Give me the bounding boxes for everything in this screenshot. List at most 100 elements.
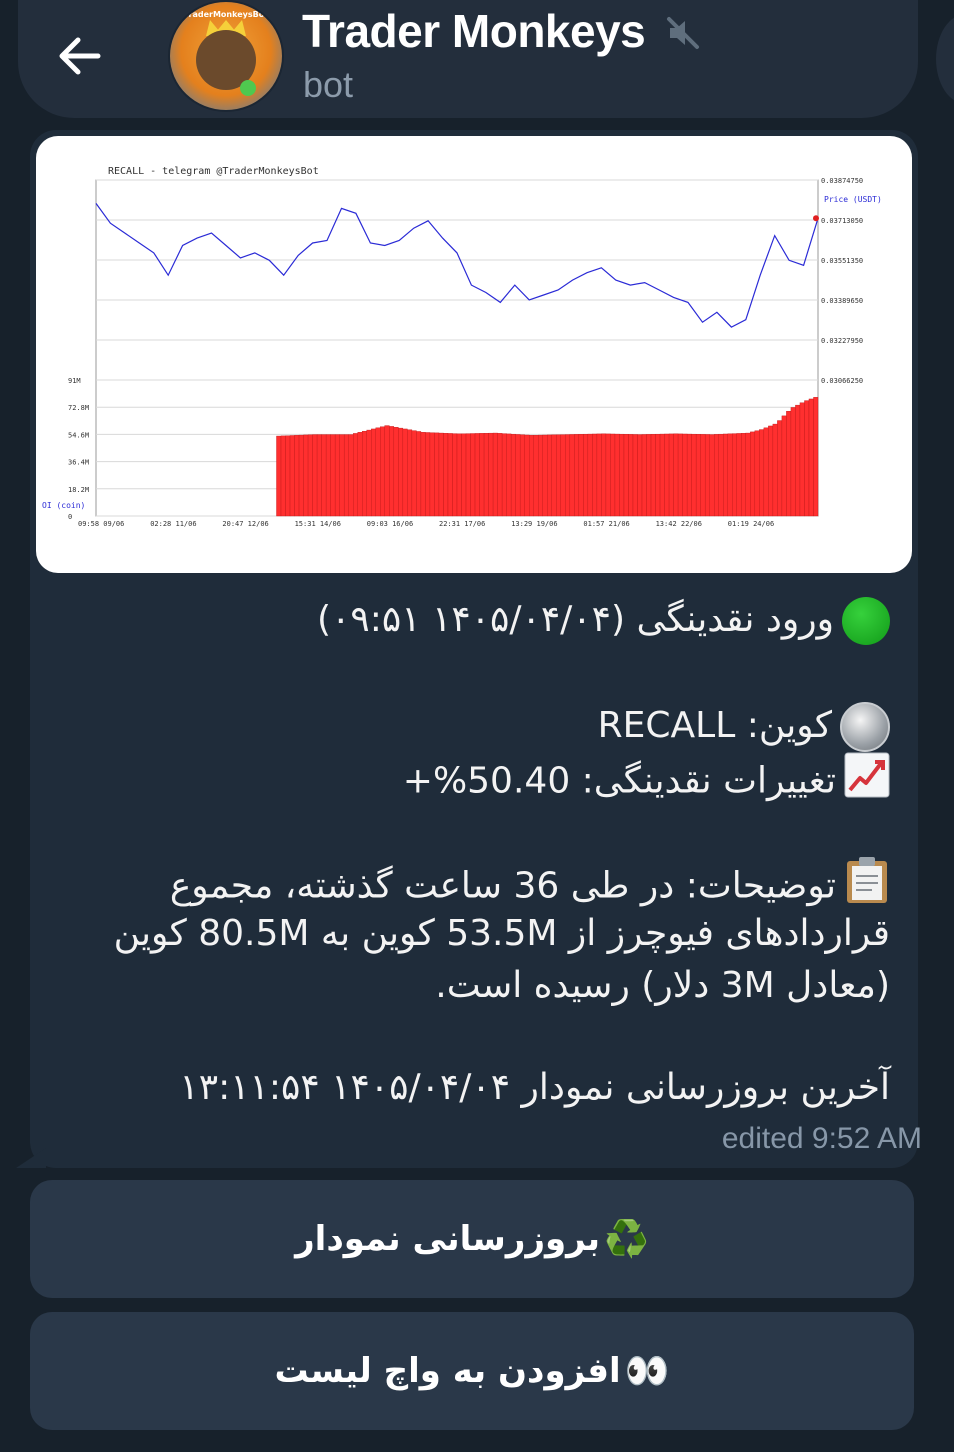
back-button[interactable]	[18, 0, 142, 112]
oi-bar	[623, 434, 629, 517]
oi-bar	[547, 434, 552, 517]
oi-bar	[677, 433, 683, 517]
oi-bar	[357, 432, 363, 517]
oi-bar	[695, 434, 701, 517]
chat-subtitle: bot	[303, 64, 354, 105]
oi-bar	[754, 430, 760, 517]
green-circle-icon	[842, 597, 890, 645]
change-text: تغییرات نقدینگی: 50.40%+	[402, 760, 836, 802]
oi-bar	[452, 433, 458, 517]
oi-bar	[479, 433, 485, 517]
last-update-line: آخرین بروزرسانی نمودار ۱۴۰۵/۰۴/۰۴ ۱۳:۱۱:…	[179, 1067, 890, 1108]
chat-title[interactable]: Trader Monkeys	[302, 4, 646, 58]
description-line-3: (معادل 3M دلار) رسیده است.	[435, 965, 890, 1006]
liquidity-entry-text: ورود نقدینگی (۱۴۰۵/۰۴/۰۴ ۰۹:۵۱)	[317, 599, 834, 640]
oi-bar	[682, 433, 688, 517]
oi-bar	[637, 434, 643, 517]
oi-bar	[628, 434, 634, 517]
refresh-chart-button[interactable]: ♻️ بروزرسانی نمودار	[30, 1180, 914, 1298]
x-tick-label: 20:47 12/06	[222, 520, 268, 528]
oi-bar	[375, 427, 381, 517]
oi-bar	[389, 426, 395, 517]
x-tick-label: 15:31 14/06	[295, 520, 341, 528]
avatar-text: TraderMonkeysBot	[183, 10, 269, 19]
oi-bar	[650, 434, 656, 517]
oi-bar	[668, 433, 674, 517]
description-text-1: توضیحات: در طی 36 ساعت گذشته، مجموع	[169, 865, 836, 907]
muted-icon	[666, 16, 700, 54]
oi-bar	[813, 397, 819, 517]
oi-bar	[808, 398, 814, 517]
oi-bar	[325, 434, 331, 517]
x-tick-label: 02:28 11/06	[150, 520, 196, 528]
oi-bar	[673, 433, 679, 517]
chart-increasing-icon	[844, 752, 890, 813]
oi-bar	[578, 434, 584, 517]
oi-bar	[353, 433, 358, 517]
oi-bar	[506, 433, 512, 517]
oi-bar	[542, 434, 548, 517]
oi-bar	[312, 434, 318, 517]
oi-bar	[655, 433, 661, 517]
x-tick-label: 09:03 16/06	[367, 520, 413, 528]
oi-bar	[790, 407, 796, 517]
oi-bar	[777, 420, 783, 517]
oi-bar	[641, 434, 647, 517]
oi-bar	[768, 425, 774, 517]
oi-bar	[614, 433, 620, 517]
oi-bar	[456, 433, 462, 517]
oi-bar	[289, 435, 295, 517]
header-action-button[interactable]	[936, 14, 954, 104]
oi-bar	[501, 433, 507, 517]
oi-bar	[592, 433, 598, 517]
oi-bar	[483, 433, 489, 517]
oi-bar	[402, 428, 408, 517]
oi-bar	[750, 431, 756, 517]
oi-bar	[334, 434, 340, 517]
oi-tick-label: 18.2M	[68, 486, 89, 494]
oi-axis-label: OI (coin)	[42, 501, 85, 510]
oi-bar	[307, 434, 313, 517]
coin-text: کوین: RECALL	[597, 705, 832, 746]
x-tick-label: 13:29 19/06	[511, 520, 557, 528]
x-tick-label: 09:58 09/06	[78, 520, 124, 528]
oi-bar	[411, 430, 417, 517]
oi-bar	[515, 434, 521, 517]
oi-bar	[538, 434, 543, 517]
price-tick-label: 0.03066250	[821, 377, 863, 385]
oi-bar	[736, 433, 742, 517]
avatar[interactable]: TraderMonkeysBot	[168, 0, 284, 112]
oi-bar	[330, 434, 336, 517]
online-indicator	[240, 80, 256, 96]
oi-bar	[686, 433, 692, 517]
oi-bar	[664, 433, 670, 517]
oi-bar	[492, 432, 498, 517]
oi-bar	[781, 415, 787, 517]
oi-bar	[461, 433, 467, 517]
oi-bar	[510, 433, 516, 517]
oi-bar	[646, 434, 652, 517]
oi-bar	[714, 434, 719, 517]
oi-bar	[659, 433, 665, 517]
oi-bar	[727, 433, 733, 517]
oi-bar	[416, 431, 422, 517]
oi-bar	[772, 423, 778, 517]
chart-image[interactable]: RECALL - telegram @TraderMonkeysBot Pric…	[36, 136, 912, 573]
oi-bar	[519, 434, 525, 517]
oi-bar	[303, 434, 309, 517]
oi-bar	[343, 434, 349, 517]
x-tick-label: 01:57 21/06	[583, 520, 629, 528]
price-tick-label: 0.03551350	[821, 257, 863, 265]
oi-bar	[704, 434, 710, 517]
oi-bar	[741, 433, 746, 517]
add-to-watchlist-button[interactable]: 👀 افزودن به واچ لیست	[30, 1312, 914, 1430]
oi-tick-label: 0	[68, 513, 72, 521]
oi-bar	[804, 400, 810, 517]
price-tick-label: 0.03389650	[821, 297, 863, 305]
oi-bar	[551, 434, 557, 517]
oi-tick-label: 36.4M	[68, 459, 89, 467]
oi-bar	[474, 433, 480, 517]
last-price-marker	[813, 215, 819, 222]
oi-bar	[610, 433, 616, 517]
oi-price-chart: RECALL - telegram @TraderMonkeysBot Pric…	[42, 166, 882, 528]
